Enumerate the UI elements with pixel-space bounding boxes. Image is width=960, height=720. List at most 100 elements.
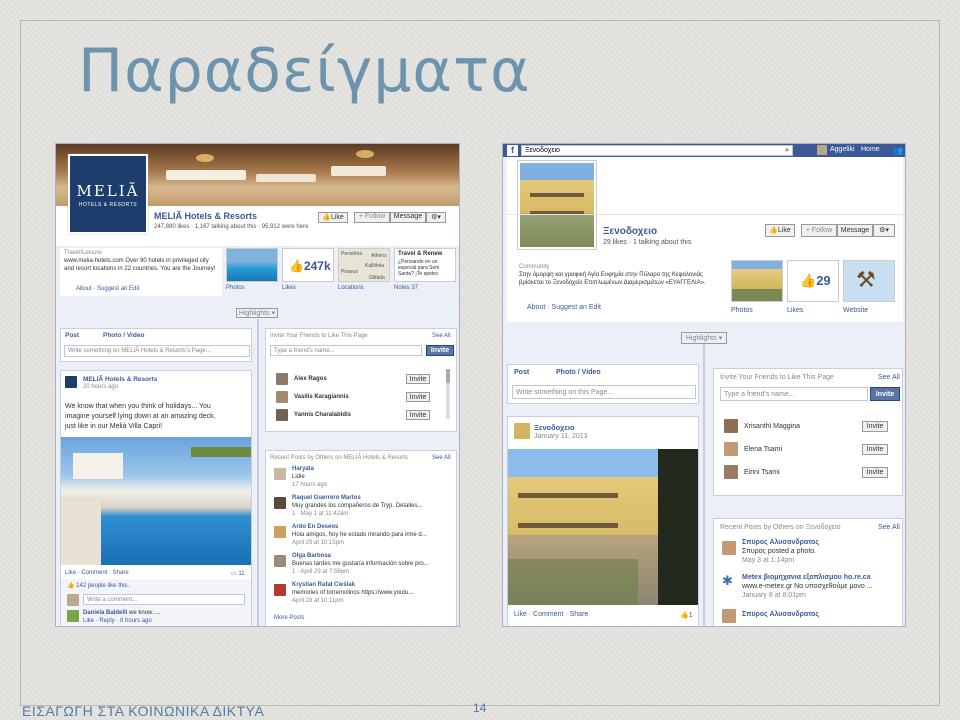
tab-photos[interactable]: Photos bbox=[731, 307, 753, 314]
recent-author[interactable]: Ardo En Deseos bbox=[292, 524, 338, 530]
post-author[interactable]: Ξενοδοχειο bbox=[534, 423, 575, 432]
friend-requests-icon[interactable]: 👥 bbox=[893, 146, 903, 155]
message-button[interactable]: Message bbox=[837, 224, 873, 237]
slide-title: Παραδείγματα bbox=[78, 36, 531, 106]
post-tab[interactable]: Post bbox=[514, 369, 529, 376]
highlights-dropdown[interactable]: Highlights ▾ bbox=[681, 332, 727, 344]
see-all-link[interactable]: See All bbox=[432, 333, 451, 339]
friend-name: Alex Ragos bbox=[294, 376, 327, 382]
tab-locations[interactable]: Locations bbox=[338, 285, 364, 291]
likes-count[interactable]: 142 people like this. bbox=[76, 583, 129, 589]
home-link[interactable]: Home bbox=[861, 146, 880, 153]
thumbs-up-icon: 👍 bbox=[680, 612, 689, 619]
settings-button[interactable]: ⚙▾ bbox=[873, 224, 895, 237]
message-button[interactable]: Message bbox=[390, 212, 426, 223]
tab-photos[interactable]: Photos bbox=[226, 285, 245, 291]
recent-author[interactable]: Σπυρος Αλυσανδρατος bbox=[742, 611, 819, 618]
tab-likes-thumb[interactable]: 👍29 bbox=[787, 260, 839, 302]
tab-likes-thumb[interactable]: 👍247k bbox=[282, 248, 334, 282]
comment-input[interactable]: Write a comment... bbox=[83, 594, 245, 605]
profile-link[interactable]: Aggeliki bbox=[830, 146, 855, 153]
more-posts-link[interactable]: More Posts bbox=[274, 615, 304, 621]
about-link[interactable]: About bbox=[527, 304, 545, 311]
invite-button[interactable]: Invite bbox=[870, 387, 900, 401]
avatar bbox=[65, 376, 77, 388]
cover-divider bbox=[507, 214, 903, 215]
search-icon: ⌕ bbox=[785, 147, 789, 154]
see-all-link[interactable]: See All bbox=[432, 455, 451, 461]
follow-button[interactable]: + Follow bbox=[801, 224, 837, 237]
about-text: www.melia-hotels.com Over 90 hotels in p… bbox=[64, 258, 216, 272]
invite-friend-button[interactable]: Invite bbox=[862, 467, 888, 478]
share-icon: ▭ bbox=[231, 571, 237, 577]
timeline-post: MELIÃ Hotels & Resorts 20 hours ago We k… bbox=[60, 370, 252, 626]
tab-notes-thumb[interactable]: Travel & Renew ¿Pensando en un especial … bbox=[394, 248, 456, 282]
suggest-edit-link[interactable]: Suggest an Edit bbox=[552, 304, 601, 311]
follow-button[interactable]: + Follow bbox=[354, 212, 390, 223]
friend-search-input[interactable]: Type a friend's name... bbox=[720, 387, 868, 401]
timeline-spine bbox=[703, 344, 705, 626]
invite-friend-button[interactable]: Invite bbox=[406, 392, 430, 402]
recent-author[interactable]: Metex βιομηχανια εξοπλισμου ho.re.ca bbox=[742, 574, 871, 581]
invite-friend-button[interactable]: Invite bbox=[406, 374, 430, 384]
composer: Post Photo / Video Write something on th… bbox=[507, 364, 699, 404]
invite-friend-button[interactable]: Invite bbox=[862, 421, 888, 432]
avatar bbox=[514, 423, 530, 439]
post-actions[interactable]: Like · Comment · Share bbox=[514, 611, 588, 618]
friend-name: Yannis Charalabidis bbox=[294, 412, 352, 418]
post-time[interactable]: January 11, 2013 bbox=[534, 433, 588, 440]
recent-author[interactable]: Krystian Rafał Cieślak bbox=[292, 582, 355, 588]
photo-video-tab[interactable]: Photo / Video bbox=[103, 332, 144, 339]
thumbs-up-icon: 👍 bbox=[769, 227, 778, 234]
friend-name: Eirini Tsami bbox=[744, 469, 780, 476]
recent-author[interactable]: Raquel Guerrero Martos bbox=[292, 495, 361, 501]
post-photo[interactable] bbox=[508, 449, 698, 605]
recent-author[interactable]: Σπυρος Αλυσανδρατος bbox=[742, 539, 819, 546]
tab-likes[interactable]: Likes bbox=[282, 285, 296, 291]
page-profile-photo[interactable] bbox=[517, 160, 597, 250]
scrollbar[interactable] bbox=[446, 369, 450, 419]
tab-likes[interactable]: Likes bbox=[787, 307, 803, 314]
highlights-dropdown[interactable]: Highlights ▾ bbox=[236, 308, 278, 318]
recent-author[interactable]: Olga Barbosa bbox=[292, 553, 331, 559]
suggest-edit-link[interactable]: Suggest an Edit bbox=[97, 286, 139, 292]
comment-meta[interactable]: Like · Reply · 8 hours ago bbox=[83, 618, 152, 624]
tab-notes[interactable]: Notes 37 bbox=[394, 285, 418, 291]
search-input[interactable]: Ξενοδοχειο ⌕ bbox=[521, 145, 793, 156]
see-all-link[interactable]: See All bbox=[878, 524, 900, 531]
composer-input[interactable]: Write something on MELIÃ Hotels & Resort… bbox=[64, 345, 250, 357]
tab-locations-map[interactable]: Peristéria Athens Kallithéa Piraeus Glif… bbox=[338, 248, 390, 282]
tab-website[interactable]: Website bbox=[843, 307, 868, 314]
page-name: Ξενοδοχειο bbox=[603, 226, 658, 237]
post-tab[interactable]: Post bbox=[65, 332, 79, 339]
page-stats: 29 likes · 1 talking about this bbox=[603, 239, 692, 246]
like-button[interactable]: 👍Like bbox=[765, 224, 795, 237]
hotel-facebook-page: f Ξενοδοχειο ⌕ Aggeliki Home 👥 Ξενοδοχειο… bbox=[502, 143, 906, 627]
tab-photos-thumb[interactable] bbox=[731, 260, 783, 302]
invite-friend-button[interactable]: Invite bbox=[406, 410, 430, 420]
facebook-logo-icon[interactable]: f bbox=[507, 145, 518, 156]
timeline-post: Ξενοδοχειο January 11, 2013 Like · Comme… bbox=[507, 416, 699, 626]
melia-facebook-page: MELIÃ HOTELS & RESORTS MELIÃ Hotels & Re… bbox=[55, 143, 460, 627]
recent-author[interactable]: Haryata bbox=[292, 466, 314, 472]
about-link[interactable]: About bbox=[76, 286, 92, 292]
invite-button[interactable]: Invite bbox=[426, 345, 454, 356]
tab-website-thumb[interactable]: ⚒ bbox=[843, 260, 895, 302]
post-photo[interactable] bbox=[61, 437, 251, 565]
comment-author[interactable]: Daniela Baldelli bbox=[83, 610, 127, 616]
settings-button[interactable]: ⚙▾ bbox=[426, 212, 446, 223]
post-time[interactable]: 20 hours ago bbox=[83, 384, 118, 390]
see-all-link[interactable]: See All bbox=[878, 374, 900, 381]
post-actions[interactable]: Like · Comment · Share bbox=[65, 570, 129, 576]
friend-search-input[interactable]: Type a friend's name... bbox=[270, 345, 422, 356]
tab-photos-thumb[interactable] bbox=[226, 248, 278, 282]
like-button[interactable]: 👍Like bbox=[318, 212, 348, 223]
thumbs-up-icon: 👍 bbox=[322, 214, 331, 221]
post-author[interactable]: MELIÃ Hotels & Resorts bbox=[83, 376, 157, 383]
thumbs-up-icon: 👍 bbox=[800, 273, 817, 288]
gear-icon: ⚙▾ bbox=[879, 227, 889, 234]
composer-input[interactable]: Write something on this Page... bbox=[512, 385, 696, 399]
invite-friends-box: Invite Your Friends to Like This Page Se… bbox=[713, 368, 903, 496]
photo-video-tab[interactable]: Photo / Video bbox=[556, 369, 601, 376]
invite-friend-button[interactable]: Invite bbox=[862, 444, 888, 455]
